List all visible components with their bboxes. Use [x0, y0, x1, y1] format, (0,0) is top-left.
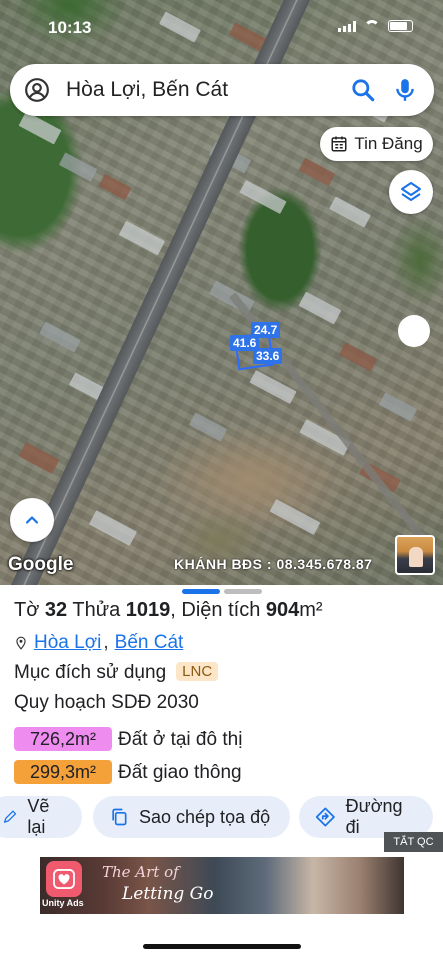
zone-area-badge: 299,3m²: [14, 760, 112, 784]
plot-number: 1019: [125, 599, 171, 621]
area-label: , Diện tích: [170, 599, 261, 621]
zone-row: 299,3m² Đất giao thông: [14, 760, 242, 784]
signal-icon: [338, 20, 356, 32]
search-query[interactable]: Hòa Lợi, Bến Cát: [66, 78, 350, 102]
title-prefix: Tờ: [14, 599, 40, 621]
pencil-icon: [3, 810, 17, 823]
plot-label: Thửa: [72, 599, 121, 621]
search-bar[interactable]: Hòa Lợi, Bến Cát: [10, 64, 434, 116]
battery-icon: [388, 20, 413, 32]
sheet-number: 32: [44, 599, 68, 621]
tin-dang-label: Tin Đăng: [354, 134, 423, 153]
hide-ads-button[interactable]: TẮT QC: [384, 832, 443, 852]
status-icons: [338, 20, 413, 32]
plan-label: Quy hoạch SDĐ 2030: [14, 692, 199, 713]
google-logo: Google: [8, 554, 74, 575]
parcel-info-panel: Tờ 32 Thửa 1019, Diện tích 904m² Hòa Lợi…: [0, 585, 443, 959]
redraw-button[interactable]: Vẽ lại: [0, 796, 82, 838]
layers-icon: [401, 182, 421, 201]
zone-row: 726,2m² Đất ở tại đô thị: [14, 727, 242, 751]
location-separator: ,: [103, 632, 109, 653]
copy-icon: [112, 808, 127, 826]
heart-icon: [53, 869, 75, 889]
expand-up-button[interactable]: [10, 498, 54, 542]
copy-coordinates-label: Sao chép tọa độ: [139, 806, 271, 827]
area-unit: m²: [299, 599, 323, 621]
location-pin-icon: [16, 636, 26, 650]
dimension-label: 33.6: [253, 348, 283, 364]
location-line: Hòa Lợi, Bến Cát: [14, 632, 183, 654]
purpose-row: Mục đích sử dụng LNC: [14, 662, 219, 684]
location-ward-link[interactable]: Hòa Lợi: [34, 632, 101, 654]
microphone-icon[interactable]: [392, 77, 418, 103]
directions-icon: [315, 807, 335, 827]
page-indicator: [182, 589, 262, 594]
action-bar: Vẽ lại Sao chép tọa độ Đường đi: [0, 796, 443, 838]
chevron-up-icon: [25, 516, 39, 524]
zone-area-badge: 726,2m²: [14, 727, 112, 751]
ad-title-line2: Letting Go: [122, 884, 214, 904]
copy-coordinates-button[interactable]: Sao chép tọa độ: [93, 796, 290, 838]
layers-button[interactable]: [389, 170, 433, 214]
home-indicator[interactable]: [143, 944, 301, 949]
ad-network-label: Unity Ads: [42, 898, 84, 908]
calendar-icon: [331, 136, 347, 152]
account-icon[interactable]: [24, 77, 50, 103]
purpose-label: Mục đích sử dụng: [14, 662, 167, 683]
search-icon[interactable]: [350, 77, 376, 103]
zone-label: Đất giao thông: [118, 762, 242, 783]
area-value: 904: [265, 599, 300, 621]
status-time: 10:13: [48, 18, 92, 37]
zone-label: Đất ở tại đô thị: [118, 729, 243, 750]
redraw-label: Vẽ lại: [27, 796, 50, 837]
ad-title-line1: The Art of: [102, 863, 179, 881]
drag-handle[interactable]: [398, 315, 430, 347]
wifi-icon: [364, 20, 380, 32]
purpose-badge: LNC: [176, 662, 219, 681]
tin-dang-button[interactable]: Tin Đăng: [320, 127, 433, 161]
ad-app-logo: [46, 861, 82, 897]
location-district-link[interactable]: Bến Cát: [115, 632, 184, 654]
parcel-title: Tờ 32 Thửa 1019, Diện tích 904m²: [14, 599, 323, 622]
ad-banner[interactable]: Unity Ads The Art of Letting Go: [40, 857, 404, 914]
avatar-thumbnail[interactable]: [395, 535, 435, 575]
watermark-text: KHÁNH BĐS : 08.345.678.87: [174, 556, 373, 572]
satellite-map[interactable]: 10:13 Hòa Lợi, Bến Cát Tin Đăng 24.7 41.…: [0, 0, 443, 585]
